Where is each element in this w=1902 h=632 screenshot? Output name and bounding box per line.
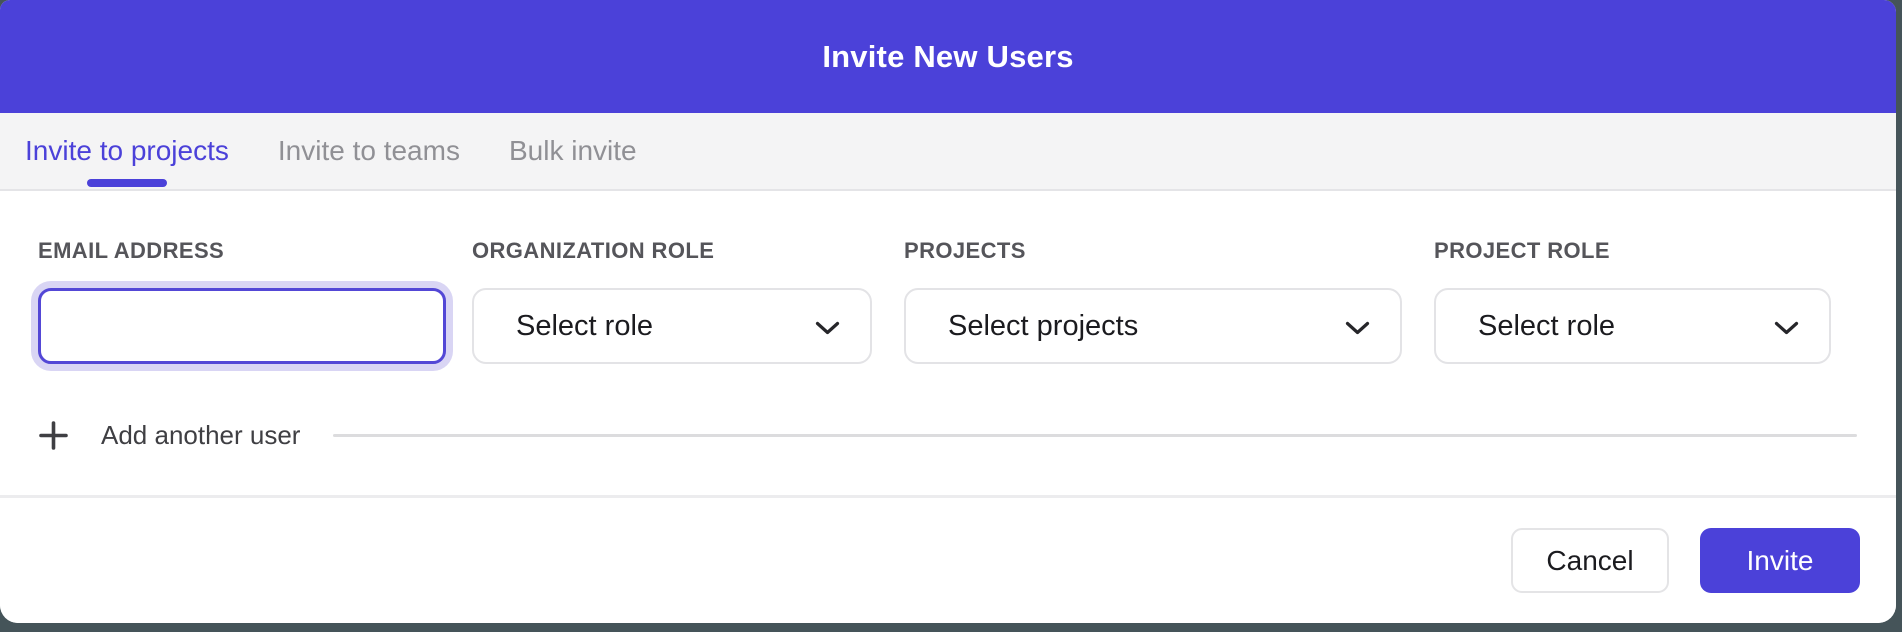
invite-button[interactable]: Invite [1700, 528, 1860, 593]
cancel-button[interactable]: Cancel [1511, 528, 1669, 593]
project-role-value: Select role [1478, 310, 1615, 343]
projects-label: PROJECTS [904, 238, 1402, 264]
project-role-select[interactable]: Select role [1434, 288, 1831, 364]
dialog-footer: Cancel Invite [0, 498, 1896, 623]
tab-invite-to-teams-label: Invite to teams [278, 135, 460, 167]
chevron-down-icon [1345, 321, 1370, 336]
projects-value: Select projects [948, 310, 1138, 343]
plus-icon [38, 420, 69, 451]
project-role-label: PROJECT ROLE [1434, 238, 1831, 264]
organization-role-label: ORGANIZATION ROLE [472, 238, 872, 264]
organization-role-field-group: ORGANIZATION ROLE Select role [472, 238, 872, 364]
invite-new-users-dialog: Invite New Users Invite to projects Invi… [0, 0, 1896, 623]
user-invite-row: EMAIL ADDRESS ORGANIZATION ROLE Select r… [38, 238, 1896, 364]
tab-invite-to-teams[interactable]: Invite to teams [278, 113, 460, 189]
organization-role-select[interactable]: Select role [472, 288, 872, 364]
email-address-input[interactable] [38, 288, 446, 364]
email-address-label: EMAIL ADDRESS [38, 238, 446, 264]
active-tab-underline [87, 179, 167, 187]
add-another-user-label: Add another user [101, 420, 300, 451]
organization-role-value: Select role [516, 310, 653, 343]
add-another-user-row: Add another user [38, 420, 1896, 451]
projects-field-group: PROJECTS Select projects [904, 238, 1402, 364]
row-divider-line [333, 434, 1857, 437]
dialog-content: EMAIL ADDRESS ORGANIZATION ROLE Select r… [0, 191, 1896, 498]
tab-bulk-invite[interactable]: Bulk invite [509, 113, 637, 189]
tab-bulk-invite-label: Bulk invite [509, 135, 637, 167]
email-field-group: EMAIL ADDRESS [38, 238, 446, 364]
add-another-user-button[interactable]: Add another user [38, 420, 300, 451]
chevron-down-icon [1774, 321, 1799, 336]
projects-select[interactable]: Select projects [904, 288, 1402, 364]
tab-invite-to-projects-label: Invite to projects [25, 135, 229, 167]
tab-bar: Invite to projects Invite to teams Bulk … [0, 113, 1896, 191]
project-role-field-group: PROJECT ROLE Select role [1434, 238, 1831, 364]
dialog-title: Invite New Users [822, 39, 1073, 75]
tab-invite-to-projects[interactable]: Invite to projects [25, 113, 229, 189]
dialog-header: Invite New Users [0, 0, 1896, 113]
chevron-down-icon [815, 321, 840, 336]
